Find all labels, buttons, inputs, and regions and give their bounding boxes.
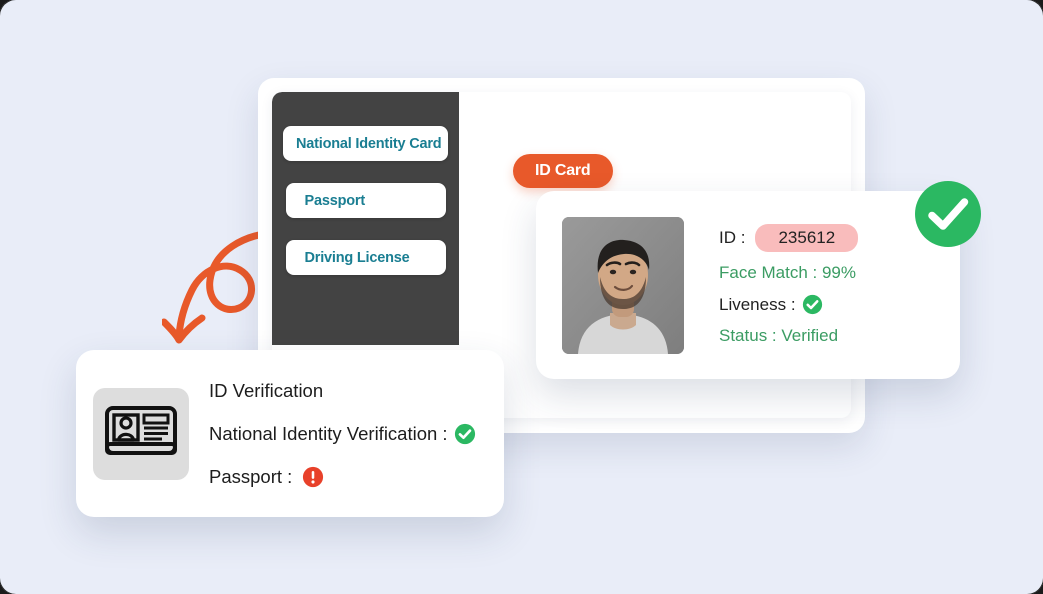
- sidebar-item-passport[interactable]: Passport: [285, 183, 446, 218]
- row-label: National Identity Verification :: [209, 422, 448, 444]
- liveness-label: Liveness :: [719, 294, 796, 314]
- sidebar: National Identity Card Passport Driving …: [272, 92, 459, 345]
- liveness-row: Liveness :: [719, 294, 858, 315]
- verification-title: ID Verification: [209, 379, 324, 401]
- sidebar-item-label: Driving License: [304, 249, 410, 266]
- sidebar-item-label: National Identity Card: [296, 135, 442, 152]
- page-corner: [1011, 0, 1043, 32]
- portrait-illustration: [562, 216, 684, 354]
- page-corner: [0, 562, 32, 594]
- id-value-pill: 235612: [755, 224, 859, 252]
- id-card-pill[interactable]: ID Card: [513, 154, 613, 188]
- sidebar-item-national-identity-card[interactable]: National Identity Card: [283, 126, 448, 161]
- status-row: Status : Verified: [719, 326, 839, 345]
- applicant-photo: [562, 216, 684, 354]
- id-row: ID : 235612: [719, 224, 859, 252]
- detail-fields: ID : 235612 Face Match : 99% Liveness : …: [719, 224, 859, 346]
- id-card-icon: [105, 405, 177, 455]
- id-verification-card: ID Verification National Identity Verifi…: [76, 350, 504, 517]
- page-corner: [0, 0, 32, 32]
- face-match-row: Face Match : 99%: [719, 263, 857, 282]
- passport-verification-row: Passport :: [209, 466, 476, 488]
- green-check-icon: [454, 423, 476, 445]
- page-canvas: National Identity Card Passport Driving …: [0, 0, 1043, 594]
- id-detail-card: ID : 235612 Face Match : 99% Liveness : …: [536, 191, 960, 379]
- sidebar-item-label: Passport: [304, 192, 366, 209]
- verification-fields: ID Verification National Identity Verifi…: [209, 380, 476, 488]
- national-identity-verification-row: National Identity Verification :: [209, 423, 476, 445]
- row-label: Passport :: [209, 465, 293, 487]
- sidebar-item-driving-license[interactable]: Driving License: [285, 240, 446, 275]
- id-label: ID :: [719, 228, 746, 247]
- id-card-icon-box: [93, 387, 189, 480]
- red-alert-icon: [302, 466, 324, 488]
- green-check-badge-icon: [915, 181, 981, 247]
- page-corner: [1011, 562, 1043, 594]
- green-check-icon: [802, 294, 823, 315]
